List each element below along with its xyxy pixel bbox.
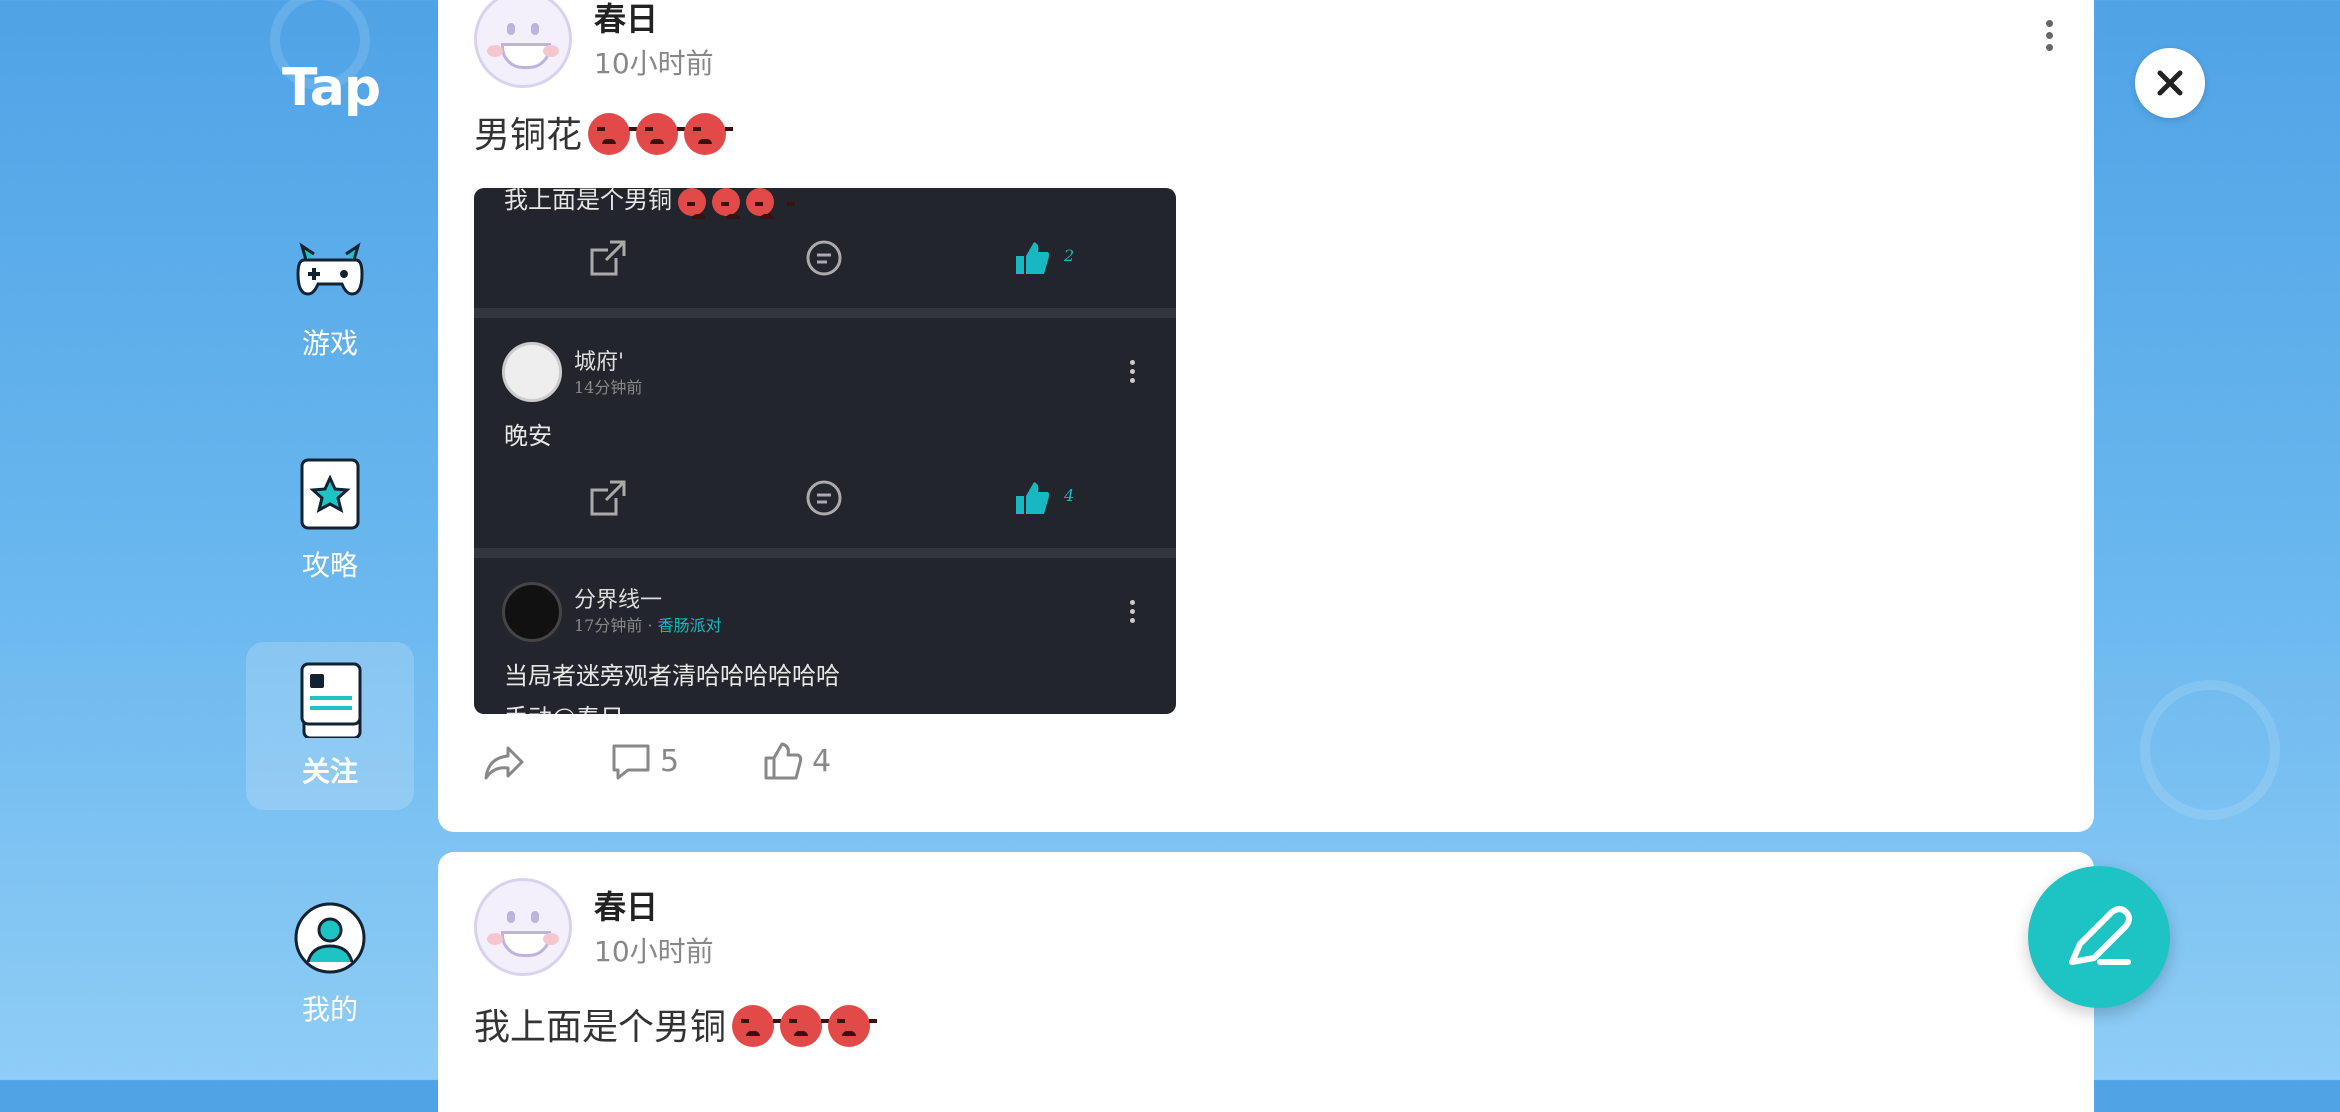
comment-text: 当局者迷旁观者清哈哈哈哈哈哈 <box>504 662 840 690</box>
post-card[interactable]: 春日 10小时前 男铜花 我上面是个男铜 2 城府' 14分钟前 晚安 4 分界… <box>438 0 2094 832</box>
author-name[interactable]: 春日 <box>594 882 658 928</box>
thumbs-up-icon <box>1016 482 1049 514</box>
commenter-name: 城府' <box>574 350 625 375</box>
close-button[interactable] <box>2135 48 2205 118</box>
commenter-avatar <box>502 342 562 402</box>
sidebar-item-label: 攻略 <box>301 549 358 582</box>
post-text: 男铜花 <box>474 106 734 158</box>
post-time: 10小时前 <box>594 935 714 968</box>
comment-time: 17分钟前 · 香肠派对 <box>574 616 722 635</box>
tap-logo: Tap <box>282 58 381 118</box>
angry-emoji-icon <box>746 188 795 219</box>
thumbs-up-icon <box>1016 242 1049 274</box>
game-tag: 香肠派对 <box>657 616 722 635</box>
comment-time: 14分钟前 <box>574 378 643 397</box>
pen-icon <box>2069 906 2132 965</box>
sidebar-item-label: 关注 <box>301 755 358 788</box>
avatar[interactable] <box>474 878 572 976</box>
post-actions: 5 4 <box>474 732 974 792</box>
close-icon <box>2157 70 2183 96</box>
like-count: 4 <box>812 744 832 779</box>
divider <box>474 308 1176 318</box>
sidebar-item-label: 我的 <box>301 993 358 1026</box>
share-icon <box>590 480 626 516</box>
angry-emoji-icon <box>780 1005 830 1047</box>
angry-emoji-icon <box>828 1005 878 1047</box>
image-text: 我上面是个男铜 <box>504 188 795 219</box>
share-icon <box>590 240 626 276</box>
sidebar-item-profile[interactable]: 我的 <box>246 880 414 1048</box>
post-card[interactable]: 春日 10小时前 我上面是个男铜 <box>438 852 2094 1112</box>
angry-emoji-icon <box>678 188 727 219</box>
gamepad-icon <box>296 242 364 296</box>
more-options-icon[interactable] <box>2046 20 2054 56</box>
compose-button[interactable] <box>2028 866 2170 1008</box>
commenter-avatar <box>502 582 562 642</box>
more-options-icon <box>1130 360 1136 387</box>
background-decoration <box>2140 680 2280 820</box>
more-options-icon <box>1130 600 1136 627</box>
comment-icon <box>612 744 650 780</box>
sidebar-item-games[interactable]: 游戏 <box>246 214 414 382</box>
angry-emoji-icon <box>684 113 734 155</box>
comment-button[interactable]: 5 <box>610 732 690 792</box>
post-time: 10小时前 <box>594 47 714 80</box>
angry-emoji-icon <box>732 1005 782 1047</box>
angry-emoji-icon <box>588 113 638 155</box>
star-card-icon <box>300 458 360 530</box>
comment-icon <box>806 480 842 516</box>
comment-text: 手动@春日 <box>504 698 624 714</box>
commenter-name: 分界线一 <box>574 588 663 613</box>
like-count: 2 <box>1064 246 1075 265</box>
post-text-content: 男铜花 <box>474 115 583 156</box>
sidebar: Tap 游戏 攻略 关注 我的 <box>246 0 414 1080</box>
post-text: 我上面是个男铜 <box>474 998 878 1050</box>
avatar[interactable] <box>474 0 572 88</box>
user-icon <box>294 902 366 974</box>
like-count: 4 <box>1064 486 1075 505</box>
sidebar-item-following[interactable]: 关注 <box>246 642 414 810</box>
comment-icon <box>806 240 842 276</box>
comment-count: 5 <box>660 744 680 779</box>
comment-text: 晚安 <box>504 422 552 450</box>
angry-emoji-icon <box>712 188 761 219</box>
sidebar-item-label: 游戏 <box>301 327 358 360</box>
divider <box>474 548 1176 558</box>
share-icon <box>484 746 524 780</box>
thumbs-up-icon <box>764 742 803 780</box>
sidebar-item-guides[interactable]: 攻略 <box>246 436 414 604</box>
author-name[interactable]: 春日 <box>594 0 658 40</box>
post-text-content: 我上面是个男铜 <box>474 1007 727 1048</box>
like-button[interactable]: 4 <box>762 732 842 792</box>
feed-icon <box>300 662 362 738</box>
share-button[interactable] <box>482 732 542 792</box>
post-image[interactable]: 我上面是个男铜 2 城府' 14分钟前 晚安 4 分界线一 17分钟前 · 香肠… <box>474 188 1176 714</box>
angry-emoji-icon <box>636 113 686 155</box>
